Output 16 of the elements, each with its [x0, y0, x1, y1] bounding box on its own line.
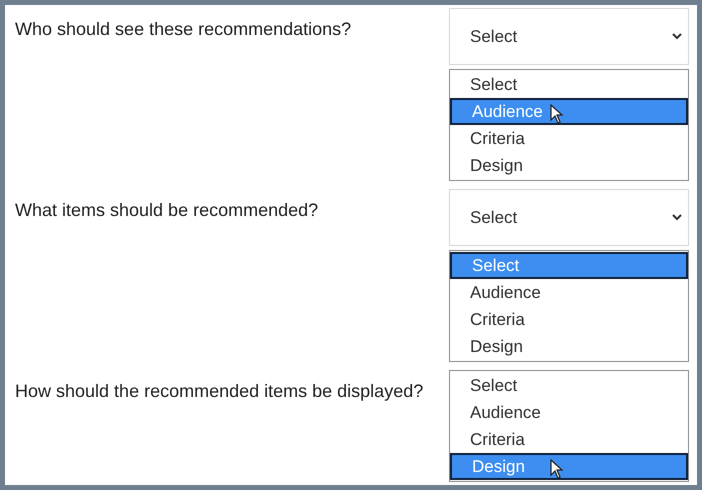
dropdown[interactable]: Select: [449, 189, 689, 246]
list-option[interactable]: Criteria: [450, 125, 688, 152]
list-option[interactable]: Criteria: [450, 426, 688, 453]
list-option[interactable]: Design: [450, 333, 688, 360]
question-text: Who should see these recommendations?: [15, 18, 352, 41]
list-option[interactable]: Design: [450, 152, 688, 179]
list-option[interactable]: Audience: [450, 279, 688, 306]
dropdown[interactable]: Select: [449, 8, 689, 65]
question-text: What items should be recommended?: [15, 199, 318, 222]
chevron-down-icon: [672, 33, 682, 40]
list-option[interactable]: Criteria: [450, 306, 688, 333]
list-option[interactable]: Select: [450, 372, 688, 399]
list-option[interactable]: Select: [450, 71, 688, 98]
list-option[interactable]: Audience: [450, 399, 688, 426]
chevron-down-icon: [672, 214, 682, 221]
question-text: How should the recommended items be displayed?: [15, 380, 424, 403]
